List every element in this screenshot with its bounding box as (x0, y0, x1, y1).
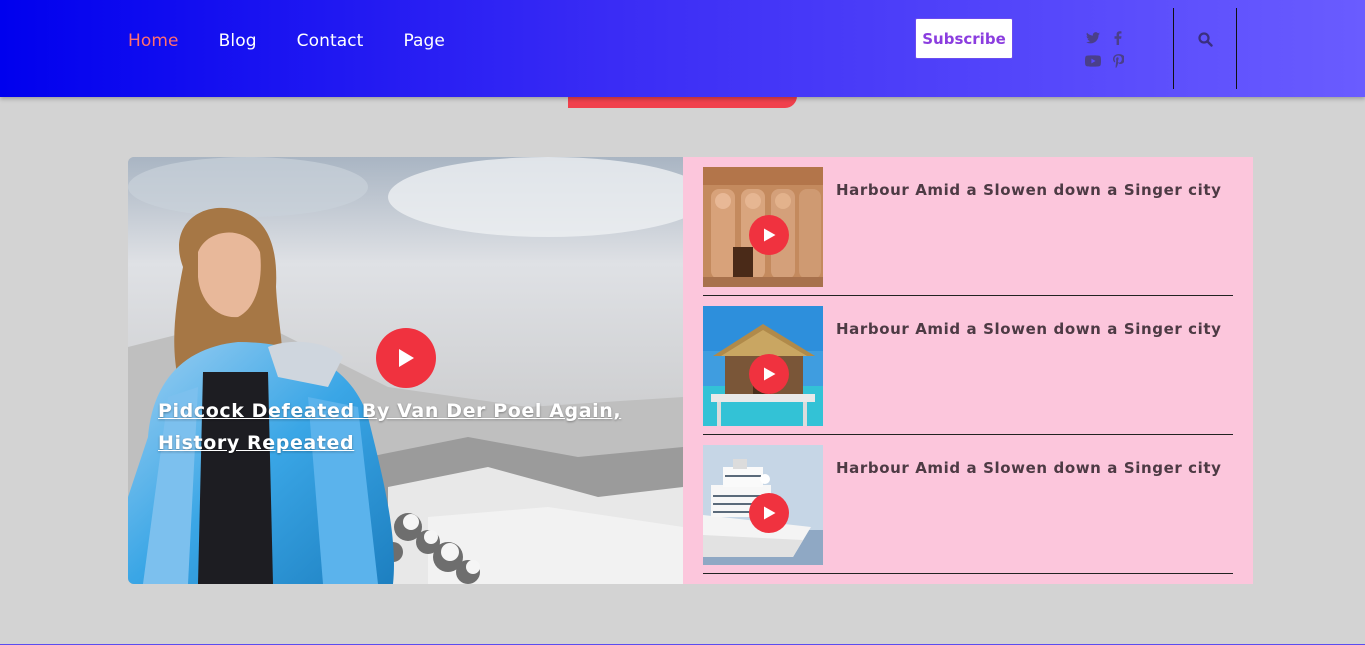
featured-video-card[interactable]: Pidcock Defeated By Van Der Poel Again, … (128, 157, 683, 584)
list-item-title[interactable]: Harbour Amid a Slowen down a Singer city (836, 181, 1222, 199)
list-item-title[interactable]: Harbour Amid a Slowen down a Singer city (836, 459, 1222, 477)
play-icon (763, 367, 775, 381)
social-links (1085, 31, 1129, 71)
nav-item-contact[interactable]: Contact (297, 31, 364, 53)
nav-item-page[interactable]: Page (403, 31, 445, 53)
nav-item-home[interactable]: Home (128, 31, 179, 53)
play-icon (763, 506, 775, 520)
subscribe-button[interactable]: Subscribe (915, 18, 1013, 59)
play-button[interactable] (749, 215, 789, 255)
divider (703, 573, 1233, 574)
nav-item-blog[interactable]: Blog (219, 31, 257, 53)
video-list-panel: Harbour Amid a Slowen down a Singer city… (683, 157, 1253, 584)
play-icon (399, 349, 414, 367)
list-item[interactable]: Harbour Amid a Slowen down a Singer city (703, 296, 1233, 435)
search-icon[interactable] (1196, 30, 1214, 48)
site-header: Home Blog Contact Page Subscribe (0, 0, 1365, 97)
play-button[interactable] (376, 328, 436, 388)
play-icon (763, 228, 775, 242)
header-divider (1236, 8, 1237, 89)
list-item-title[interactable]: Harbour Amid a Slowen down a Singer city (836, 320, 1222, 338)
header-divider (1173, 8, 1174, 89)
youtube-icon[interactable] (1085, 54, 1101, 68)
play-button[interactable] (749, 493, 789, 533)
list-item[interactable]: Harbour Amid a Slowen down a Singer city (703, 157, 1233, 296)
play-button[interactable] (749, 354, 789, 394)
list-item[interactable]: Harbour Amid a Slowen down a Singer city (703, 435, 1233, 574)
pinterest-icon[interactable] (1110, 54, 1126, 68)
featured-title-link[interactable]: Pidcock Defeated By Van Der Poel Again, … (158, 395, 638, 459)
twitter-icon[interactable] (1085, 31, 1101, 45)
facebook-icon[interactable] (1110, 31, 1126, 45)
main-nav: Home Blog Contact Page (128, 31, 445, 53)
